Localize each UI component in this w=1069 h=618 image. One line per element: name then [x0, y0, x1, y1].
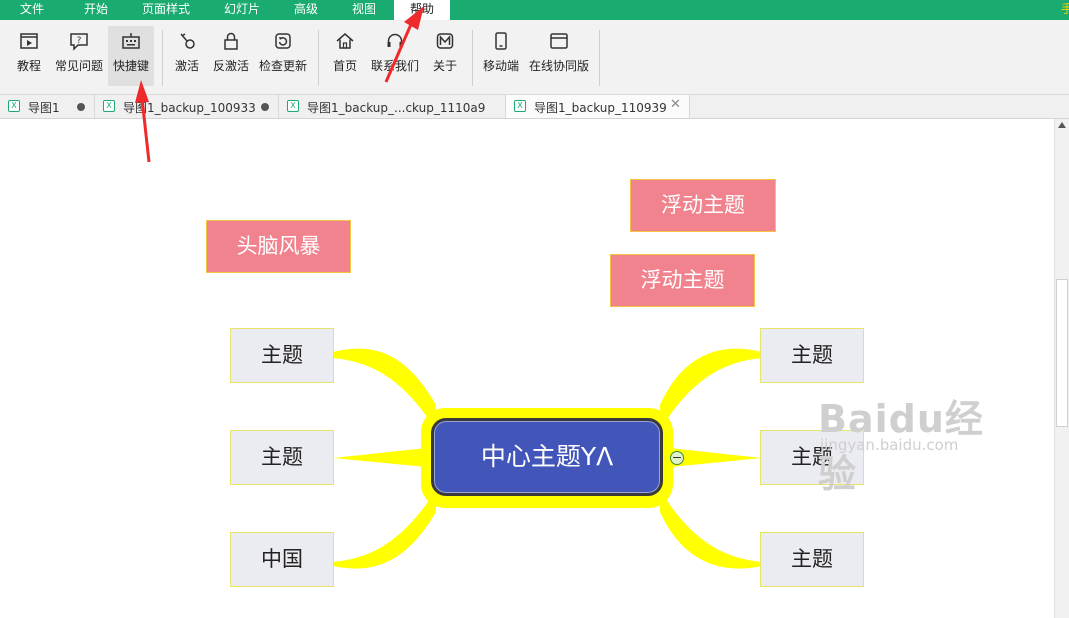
topic-left-1[interactable]: 主题	[230, 328, 334, 383]
question-bubble-icon: ?	[70, 33, 88, 51]
mindmap-canvas[interactable]	[0, 119, 1054, 618]
tutorial-button[interactable]: 教程	[10, 26, 48, 86]
about-label: 关于	[432, 59, 457, 73]
tab-doc-1[interactable]: X 导图1	[0, 95, 95, 118]
menu-page-style[interactable]: 页面样式	[134, 0, 198, 20]
floating-topic-brainstorm[interactable]: 头脑风暴	[206, 220, 351, 273]
tab-doc-2[interactable]: X 导图1_backup_100933	[95, 95, 279, 118]
ribbon-separator	[599, 30, 600, 86]
menu-file[interactable]: 文件	[12, 0, 52, 20]
topic-right-3[interactable]: 主题	[760, 532, 864, 587]
headset-icon	[387, 33, 403, 47]
topic-right-2[interactable]: 主题	[760, 430, 864, 485]
mindmap-file-icon: X	[8, 100, 20, 112]
deactivate-button[interactable]: 反激活	[208, 26, 254, 86]
tab-title: 导图1_backup_110939	[534, 101, 667, 115]
menu-slides[interactable]: 幻灯片	[218, 0, 266, 20]
mindmap-file-icon: X	[287, 100, 299, 112]
shortcut-keys-label: 快捷键	[112, 59, 149, 73]
document-tab-strip: X 导图1 X 导图1_backup_100933 X 导图1_backup_.…	[0, 95, 1069, 119]
contact-us-label: 联系我们	[370, 59, 419, 73]
deactivate-label: 反激活	[212, 59, 249, 73]
check-update-button[interactable]: 检查更新	[256, 26, 310, 86]
home-icon	[336, 33, 354, 49]
tab-title: 导图1	[28, 101, 60, 115]
mindmap-file-icon: X	[103, 100, 115, 112]
menu-view[interactable]: 视图	[344, 0, 384, 20]
about-icon	[436, 33, 454, 49]
central-topic[interactable]: 中心主题YΛ	[431, 418, 663, 496]
tab-close-icon[interactable]: ✕	[670, 97, 681, 112]
menu-advanced[interactable]: 高级	[286, 0, 326, 20]
contact-us-button[interactable]: 联系我们	[368, 26, 422, 86]
ribbon-separator	[472, 30, 473, 86]
mobile-label: 移动端	[482, 59, 519, 73]
mindmap-file-icon: X	[514, 100, 526, 112]
tab-title: 导图1_backup_100933	[123, 101, 256, 115]
menu-help[interactable]: 帮助	[394, 0, 450, 20]
refresh-icon	[275, 33, 291, 49]
tab-title: 导图1_backup_...ckup_1110a9	[307, 101, 486, 115]
faq-button[interactable]: ? 常见问题	[52, 26, 106, 86]
ribbon-separator	[162, 30, 163, 86]
check-update-label: 检查更新	[258, 59, 307, 73]
faq-label: 常见问题	[54, 59, 103, 73]
activate-label: 激活	[174, 59, 199, 73]
menu-right-text: 手	[1061, 2, 1069, 16]
menu-start[interactable]: 开始	[76, 0, 116, 20]
tab-doc-4[interactable]: X 导图1_backup_110939 ✕	[506, 95, 690, 118]
vertical-scrollbar[interactable]	[1054, 119, 1069, 618]
online-collab-label: 在线协同版	[528, 59, 589, 73]
mobile-button[interactable]: 移动端	[480, 26, 522, 86]
unsaved-dot-icon	[77, 103, 85, 111]
ribbon-toolbar: 教程 ? 常见问题 快捷键 激活 反激活 检查更新 首页 联系我们 关于 移动端…	[0, 20, 1069, 95]
scroll-thumb[interactable]	[1056, 279, 1068, 427]
scroll-up-arrow-icon[interactable]	[1058, 122, 1066, 128]
browser-window-icon	[550, 33, 568, 49]
topic-right-1[interactable]: 主题	[760, 328, 864, 383]
key-icon	[180, 33, 195, 49]
menu-bar: 文件 开始 页面样式 幻灯片 高级 视图 帮助 手	[0, 0, 1069, 20]
play-video-icon	[20, 33, 38, 49]
about-button[interactable]: 关于	[428, 26, 462, 86]
phone-icon	[495, 32, 507, 50]
online-collab-button[interactable]: 在线协同版	[526, 26, 592, 86]
keyboard-icon	[122, 33, 140, 49]
activate-button[interactable]: 激活	[170, 26, 204, 86]
shortcut-keys-button[interactable]: 快捷键	[108, 26, 154, 86]
ribbon-separator	[318, 30, 319, 86]
home-button[interactable]: 首页	[328, 26, 362, 86]
lock-icon	[224, 32, 238, 50]
floating-topic-1[interactable]: 浮动主题	[630, 179, 776, 232]
tutorial-label: 教程	[16, 59, 41, 73]
unsaved-dot-icon	[261, 103, 269, 111]
home-label: 首页	[332, 59, 357, 73]
floating-topic-2[interactable]: 浮动主题	[610, 254, 755, 307]
tab-doc-3[interactable]: X 导图1_backup_...ckup_1110a9	[279, 95, 506, 118]
svg-text:?: ?	[77, 36, 82, 46]
collapse-toggle-icon[interactable]	[670, 451, 684, 465]
topic-left-3[interactable]: 中国	[230, 532, 334, 587]
topic-left-2[interactable]: 主题	[230, 430, 334, 485]
